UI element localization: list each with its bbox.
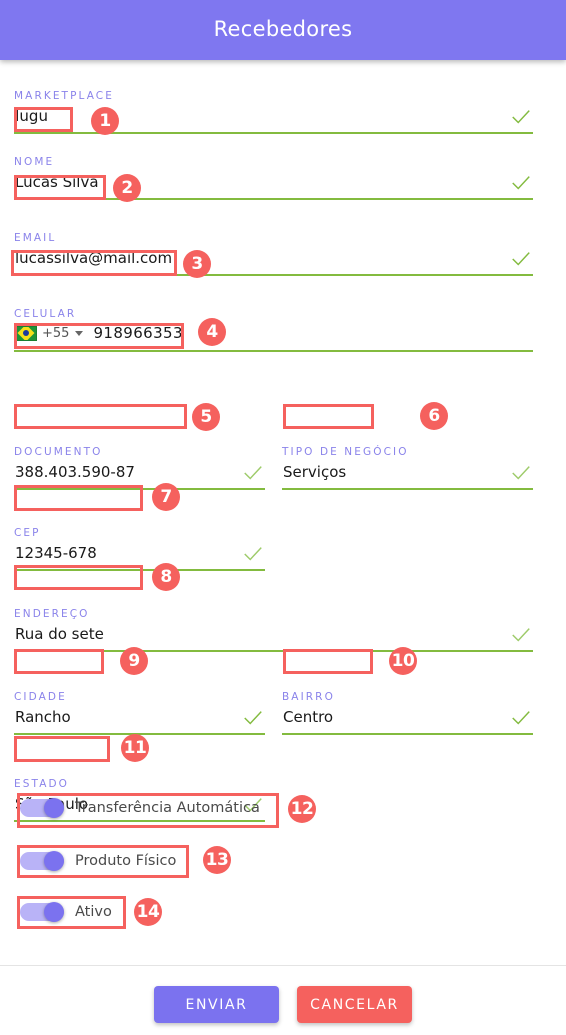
- label-estado: ESTADO: [14, 778, 70, 790]
- label-bairro: BAIRRO: [282, 691, 335, 703]
- page-title: Recebedores: [213, 17, 353, 41]
- valid-check-icon: [242, 462, 264, 484]
- toggle-switch-produto-fisico[interactable]: [20, 851, 64, 871]
- toggle-label-transferencia-automatica: Transferência Automática: [75, 800, 260, 816]
- valid-check-icon: [510, 624, 532, 646]
- label-marketplace: MARKETPLACE: [14, 90, 114, 102]
- input-documento[interactable]: 388.403.590-87: [15, 463, 135, 481]
- valid-check-icon: [510, 172, 532, 194]
- underline-email: [14, 274, 533, 276]
- toggle-switch-transferencia-automatica[interactable]: [20, 798, 64, 818]
- valid-check-icon: [510, 462, 532, 484]
- underline-bairro: [282, 733, 533, 735]
- input-celular[interactable]: 918966353: [93, 324, 183, 342]
- label-nome: NOME: [14, 156, 55, 168]
- input-tipo-negocio[interactable]: Serviços: [283, 463, 346, 481]
- label-email: EMAIL: [14, 232, 57, 244]
- submit-button[interactable]: ENVIAR: [154, 986, 279, 1023]
- underline-endereco: [14, 650, 533, 652]
- underline-celular: [14, 350, 533, 352]
- input-bairro[interactable]: Centro: [283, 708, 333, 726]
- underline-documento: [14, 488, 265, 490]
- label-documento: DOCUMENTO: [14, 446, 103, 458]
- label-cidade: CIDADE: [14, 691, 67, 703]
- brazil-flag-icon[interactable]: [15, 325, 37, 341]
- underline-nome: [14, 198, 533, 200]
- underline-cep: [14, 569, 265, 571]
- input-marketplace[interactable]: Iugu: [15, 107, 48, 125]
- label-tipo-negocio: TIPO DE NEGÓCIO: [282, 446, 409, 458]
- underline-marketplace: [14, 132, 533, 134]
- recebedores-form: MARKETPLACE Iugu NOME Lucas Silva EMAIL …: [0, 60, 566, 965]
- valid-check-icon: [510, 248, 532, 270]
- input-cep[interactable]: 12345-678: [15, 544, 97, 562]
- label-celular: CELULAR: [14, 308, 77, 320]
- underline-cidade: [14, 733, 265, 735]
- toggle-row-produto-fisico[interactable]: Produto Físico: [20, 851, 176, 871]
- input-cidade[interactable]: Rancho: [15, 708, 71, 726]
- toggle-switch-ativo[interactable]: [20, 902, 64, 922]
- input-nome[interactable]: Lucas Silva: [15, 173, 99, 191]
- input-endereco[interactable]: Rua do sete: [15, 625, 104, 643]
- toggle-label-produto-fisico: Produto Físico: [75, 853, 177, 869]
- toggle-row-ativo[interactable]: Ativo: [20, 902, 112, 922]
- app-header: Recebedores: [0, 0, 566, 60]
- cancel-button[interactable]: CANCELAR: [297, 986, 412, 1023]
- valid-check-icon: [510, 106, 532, 128]
- valid-check-icon: [510, 707, 532, 729]
- label-endereco: ENDEREÇO: [14, 608, 90, 620]
- form-footer: ENVIAR CANCELAR: [0, 965, 566, 1035]
- input-email[interactable]: lucassilva@mail.com: [15, 249, 172, 267]
- toggle-row-transferencia-automatica[interactable]: Transferência Automática: [20, 798, 260, 818]
- underline-estado: [14, 820, 265, 822]
- phone-input-row[interactable]: +55 918966353: [15, 324, 183, 342]
- label-cep: CEP: [14, 527, 41, 539]
- underline-tipo-negocio: [282, 488, 533, 490]
- valid-check-icon: [242, 707, 264, 729]
- country-code[interactable]: +55: [42, 326, 69, 341]
- chevron-down-icon[interactable]: [75, 330, 84, 336]
- valid-check-icon: [242, 543, 264, 565]
- toggle-label-ativo: Ativo: [75, 904, 112, 920]
